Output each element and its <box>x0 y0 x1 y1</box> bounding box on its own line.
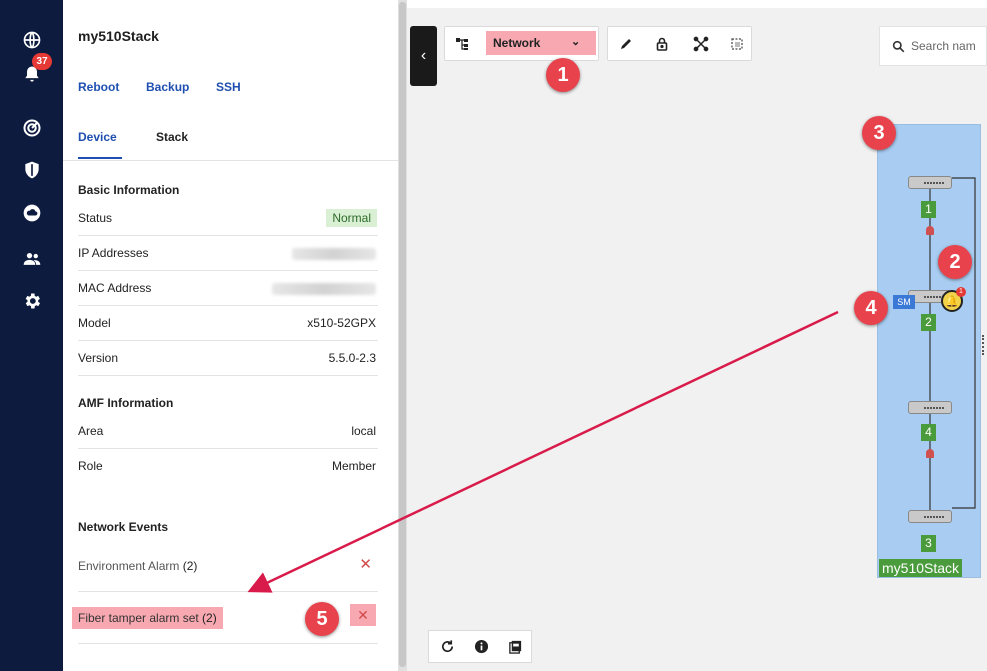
callout-marker-3: 3 <box>862 116 896 150</box>
callout-marker-2: 2 <box>938 245 972 279</box>
callout-marker-5: 5 <box>305 602 339 636</box>
annotation-arrow <box>247 310 839 593</box>
callout-marker-4: 4 <box>854 291 888 325</box>
callout-marker-1: 1 <box>546 58 580 92</box>
